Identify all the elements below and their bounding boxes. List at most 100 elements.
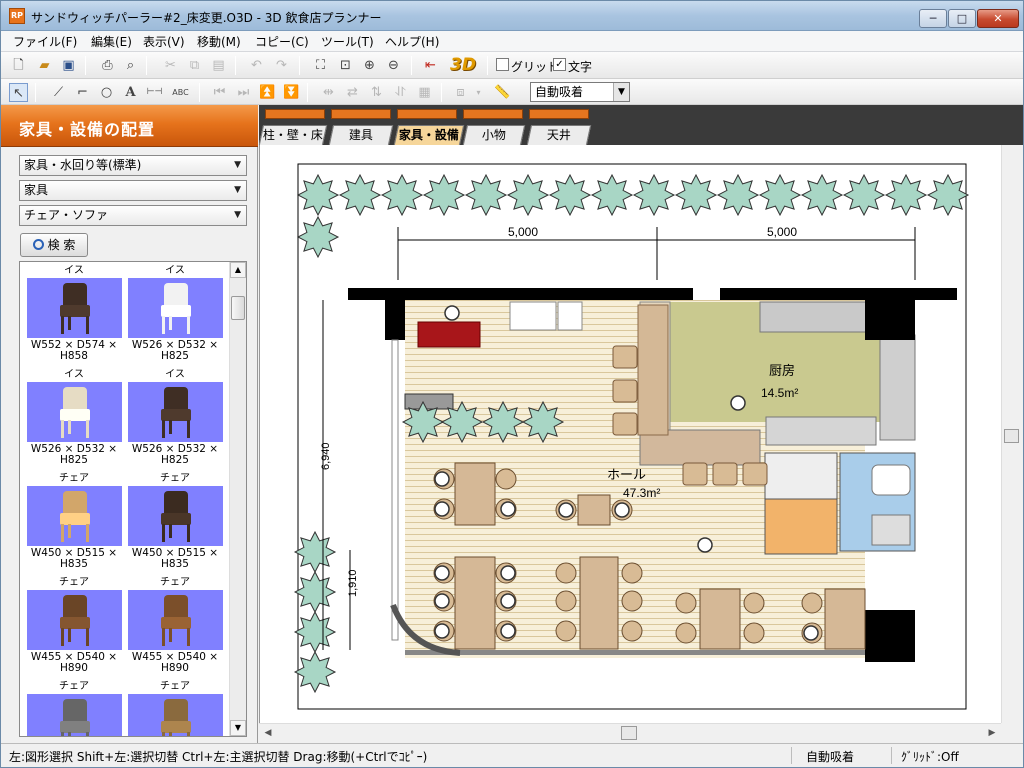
chair bbox=[495, 468, 517, 490]
align-top-icon[interactable]: ⏫ bbox=[258, 83, 277, 102]
tab-3[interactable]: 小物 bbox=[462, 125, 526, 145]
exit-arrow-icon[interactable]: ⇤ bbox=[421, 56, 440, 75]
print-preview-icon[interactable]: ⌕ bbox=[121, 56, 140, 75]
snap-mode-select[interactable]: 自動吸着 ▼ bbox=[530, 82, 630, 102]
status-grid: ｸﾞﾘｯﾄﾞ:Off bbox=[901, 750, 959, 764]
flip-h-icon[interactable]: ⇄ bbox=[343, 83, 362, 102]
vertical-scrollbar[interactable] bbox=[1001, 145, 1021, 723]
catalog-item[interactable]: チェア W455 × D540 × H890 bbox=[24, 576, 124, 680]
line-tool-icon[interactable]: ⟋ bbox=[49, 83, 68, 102]
catalog-item-dims: W552 × D574 × H858 bbox=[30, 339, 118, 362]
layer-dropdown-icon[interactable]: ▾ bbox=[469, 83, 488, 102]
select-pointer-icon[interactable]: ↖ bbox=[9, 83, 28, 102]
chair-icon bbox=[158, 699, 194, 736]
menu-tools[interactable]: ツール(T) bbox=[319, 33, 376, 50]
menu-file[interactable]: ファイル(F) bbox=[11, 33, 79, 50]
catalog-item[interactable]: チェア W455 × D540 × H890 bbox=[125, 576, 225, 680]
align-left-icon[interactable]: ⏮ bbox=[210, 83, 229, 102]
menu-help[interactable]: ヘルプ(H) bbox=[383, 33, 441, 50]
menu-move[interactable]: 移動(M) bbox=[195, 33, 243, 50]
save-icon[interactable]: ▣ bbox=[59, 56, 78, 75]
cut-icon[interactable]: ✂ bbox=[161, 56, 180, 75]
flip-v-icon[interactable]: ⇅ bbox=[367, 83, 386, 102]
horizontal-scrollbar[interactable]: ◀ ▶ bbox=[259, 723, 1001, 742]
library-combo[interactable]: 家具・水回り等(標準) ▼ bbox=[19, 155, 247, 176]
tab-0[interactable]: 柱・壁・床 bbox=[258, 125, 328, 145]
tree-icon bbox=[590, 173, 634, 217]
polyline-tool-icon[interactable]: ⌐ bbox=[73, 83, 92, 102]
hall-label: ホール bbox=[607, 467, 646, 482]
tab-label: 天井 bbox=[546, 128, 571, 142]
horizontal-scroll-thumb[interactable] bbox=[621, 726, 637, 740]
group-icon[interactable]: ▦ bbox=[415, 83, 434, 102]
circle-tool-icon[interactable]: ○ bbox=[97, 83, 116, 102]
search-button[interactable]: 検 索 bbox=[20, 233, 88, 257]
catalog-item[interactable]: イス W526 × D532 × H825 bbox=[125, 264, 225, 368]
catalog-item[interactable]: イス W526 × D532 × H825 bbox=[24, 368, 124, 472]
fit-view-icon[interactable]: ⛶ bbox=[311, 56, 330, 75]
tab-2[interactable]: 家具・設備 bbox=[393, 125, 465, 145]
title-bar[interactable]: RP サンドウィッチパーラー#2_床変更.O3D - 3D 飲食店プランナー ─… bbox=[1, 1, 1023, 31]
scroll-left-icon[interactable]: ◀ bbox=[261, 726, 275, 740]
tree-shape bbox=[422, 173, 466, 217]
scroll-up-icon[interactable]: ▲ bbox=[230, 262, 246, 278]
align-right-icon[interactable]: ⏭ bbox=[234, 83, 253, 102]
three-d-view-button[interactable]: 3D bbox=[447, 56, 479, 75]
new-file-icon[interactable]: 🗋 bbox=[9, 56, 28, 75]
tab-4[interactable]: 天井 bbox=[526, 125, 592, 145]
catalog-item[interactable]: チェア W450 × D515 × H835 bbox=[125, 472, 225, 576]
text-checkbox[interactable]: ✓ bbox=[553, 58, 566, 71]
tree-shape bbox=[506, 173, 550, 217]
zoom-out-icon[interactable]: ⊖ bbox=[384, 56, 403, 75]
layer-icon[interactable]: ⧈ bbox=[451, 83, 470, 102]
table bbox=[454, 556, 496, 650]
tab-label: 建具 bbox=[348, 128, 373, 142]
tab-1[interactable]: 建具 bbox=[328, 125, 394, 145]
zoom-in-icon[interactable]: ⊕ bbox=[360, 56, 379, 75]
close-button[interactable]: ✕ bbox=[977, 9, 1019, 28]
text-tool-icon[interactable]: A bbox=[121, 83, 140, 102]
tree-icon bbox=[884, 173, 928, 217]
open-folder-icon[interactable]: ▰ bbox=[35, 56, 54, 75]
scroll-down-icon[interactable]: ▼ bbox=[230, 720, 246, 736]
minimize-button[interactable]: ─ bbox=[919, 9, 947, 28]
catalog-scroll-thumb[interactable] bbox=[231, 296, 245, 320]
catalog-item[interactable]: チェア bbox=[125, 680, 225, 736]
wall-top-right bbox=[720, 288, 957, 300]
catalog-item[interactable]: イス W526 × D532 × H825 bbox=[125, 368, 225, 472]
subcategory-combo[interactable]: チェア・ソファ ▼ bbox=[19, 205, 247, 226]
measure-ruler-icon[interactable]: 📏 bbox=[493, 83, 512, 102]
label-tool-icon[interactable]: ABC bbox=[171, 83, 190, 102]
chair bbox=[621, 590, 643, 612]
print-icon[interactable]: ⎙ bbox=[98, 56, 117, 75]
distribute-h-icon[interactable]: ⇹ bbox=[319, 83, 338, 102]
table bbox=[699, 588, 741, 650]
undo-icon[interactable]: ↶ bbox=[247, 56, 266, 75]
category-combo[interactable]: 家具 ▼ bbox=[19, 180, 247, 201]
scroll-right-icon[interactable]: ▶ bbox=[985, 726, 999, 740]
floor-plan-canvas[interactable]: 5,000 5,000 6,940 1,910 厨房 14.5m² ホール 47.3m² bbox=[259, 145, 1004, 723]
menu-edit[interactable]: 編集(E) bbox=[89, 33, 134, 50]
align-bottom-icon[interactable]: ⏬ bbox=[282, 83, 301, 102]
dimension-tool-icon[interactable]: ⊢⊣ bbox=[145, 83, 164, 102]
table bbox=[824, 588, 866, 650]
vertical-scroll-thumb[interactable] bbox=[1004, 429, 1019, 443]
copy-icon[interactable]: ⧉ bbox=[185, 56, 204, 75]
grid-checkbox[interactable] bbox=[496, 58, 509, 71]
chair-thumbnail bbox=[127, 486, 223, 546]
paste-icon[interactable]: ▤ bbox=[209, 56, 228, 75]
zoom-area-icon[interactable]: ⊡ bbox=[336, 56, 355, 75]
redo-icon[interactable]: ↷ bbox=[272, 56, 291, 75]
chevron-down-icon[interactable]: ▼ bbox=[613, 83, 629, 101]
tree-shape bbox=[401, 400, 445, 444]
maximize-button[interactable]: □ bbox=[948, 9, 976, 28]
catalog-item[interactable]: イス W552 × D574 × H858 bbox=[24, 264, 124, 368]
menu-view[interactable]: 表示(V) bbox=[141, 33, 187, 50]
catalog-scrollbar[interactable]: ▲ ▼ bbox=[229, 262, 246, 736]
mirror-icon[interactable]: ⥯ bbox=[391, 83, 410, 102]
catalog-item[interactable]: チェア bbox=[24, 680, 124, 736]
grid-label: グリッド bbox=[511, 60, 560, 74]
catalog-item[interactable]: チェア W450 × D515 × H835 bbox=[24, 472, 124, 576]
menu-copy[interactable]: コピー(C) bbox=[253, 33, 311, 50]
floor-plan-drawing[interactable]: 5,000 5,000 6,940 1,910 厨房 14.5m² ホール 47.3m² bbox=[260, 145, 1002, 723]
